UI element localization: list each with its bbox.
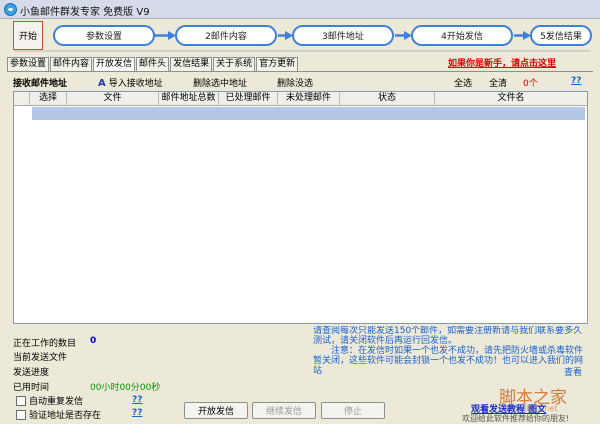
auto-resend-label: 自动重复发信 bbox=[29, 397, 84, 407]
table-row[interactable] bbox=[32, 107, 585, 120]
checkbox-box bbox=[16, 395, 26, 406]
tab-mail-content[interactable]: 邮件内容 bbox=[50, 57, 93, 71]
import-addresses-button[interactable]: A 导入接收地址 bbox=[98, 76, 163, 89]
col-processed[interactable]: 已处理邮件 bbox=[219, 92, 278, 106]
tab-results[interactable]: 发信结果 bbox=[170, 57, 213, 71]
elapsed-value: 00小时00分00秒 bbox=[90, 383, 161, 393]
auto-resend-checkbox[interactable]: 自动重复发信 bbox=[16, 394, 83, 407]
verify-address-label: 验证地址是否存在 bbox=[29, 411, 102, 421]
start-wizard-button[interactable]: 开始 bbox=[13, 21, 43, 50]
clear-all-button[interactable]: 全清 bbox=[489, 76, 507, 89]
col-file[interactable]: 文件 bbox=[67, 92, 159, 106]
wizard-step-params[interactable]: 参数设置 bbox=[53, 25, 155, 46]
address-table[interactable]: 选择 文件 邮件地址总数 已处理邮件 未处理邮件 状态 文件名 bbox=[13, 91, 588, 324]
elapsed-label: 已用时间 bbox=[13, 383, 50, 393]
look-here-link[interactable]: 查看 bbox=[564, 365, 582, 378]
fish-app-icon bbox=[4, 3, 17, 16]
select-all-button[interactable]: 全选 bbox=[454, 76, 472, 89]
col-filename[interactable]: 文件名 bbox=[435, 92, 587, 106]
notice-text: 请查阅每次只能发送150个邮件，如需要注册新请与我们联系要多久测试，请关闭软件后… bbox=[313, 326, 591, 378]
tab-about[interactable]: 关于系统 bbox=[213, 57, 256, 71]
checkbox-box bbox=[16, 409, 26, 420]
title-bar[interactable]: 小鱼邮件群发专家 免费版 V9 bbox=[0, 0, 600, 19]
tab-official-update[interactable]: 官方更新 bbox=[256, 57, 299, 71]
col-total[interactable]: 邮件地址总数 bbox=[159, 92, 219, 106]
col-unprocessed[interactable]: 未处理邮件 bbox=[278, 92, 340, 106]
tab-strip: 参数设置 邮件内容 开放发信 邮件头 发信结果 关于系统 官方更新 bbox=[7, 57, 299, 71]
recipient-label: 接收邮件地址 bbox=[13, 79, 68, 89]
tab-params[interactable]: 参数设置 bbox=[7, 57, 50, 71]
delete-unselected-button[interactable]: 删除没选 bbox=[277, 76, 313, 89]
continue-send-button[interactable]: 继续发信 bbox=[252, 402, 316, 419]
col-select[interactable]: 选择 bbox=[30, 92, 67, 106]
start-send-button[interactable]: 开放发信 bbox=[184, 402, 248, 419]
col-status[interactable]: 状态 bbox=[340, 92, 435, 106]
tab-mail-header[interactable]: 邮件头 bbox=[136, 57, 170, 71]
window-title: 小鱼邮件群发专家 免费版 V9 bbox=[20, 7, 150, 18]
verify-help-link[interactable]: ?? bbox=[132, 408, 142, 418]
notice-line-1: 请查阅每次只能发送150个邮件，如需要注册新请与我们联系要多久测试，请关闭软件后… bbox=[313, 326, 583, 346]
font-a-icon: A bbox=[98, 78, 106, 89]
wizard-step-content[interactable]: 2邮件内容 bbox=[175, 25, 277, 46]
delete-selected-button[interactable]: 删除选中地址 bbox=[193, 76, 247, 89]
wizard-step-send[interactable]: 4开始发信 bbox=[411, 25, 513, 46]
tab-panel-divider bbox=[7, 71, 593, 72]
address-toolbar: 接收邮件地址 A 导入接收地址 删除选中地址 删除没选 全选 全清 0个 ?? bbox=[0, 76, 600, 90]
newbie-help-link[interactable]: 如果你是新手，请点击这里 bbox=[448, 56, 556, 69]
working-count-label: 正在工作的数目 bbox=[13, 339, 77, 349]
app-window: 小鱼邮件群发专家 免费版 V9 开始 参数设置 2邮件内容 3邮件地址 4开始发… bbox=[0, 0, 600, 423]
wizard-strip: 开始 参数设置 2邮件内容 3邮件地址 4开始发信 5发信结果 bbox=[0, 20, 600, 53]
stop-button[interactable]: 停止 bbox=[321, 402, 385, 419]
address-count: 0个 bbox=[523, 79, 538, 89]
recommend-note: 欢迎给此软件推荐给你的朋友! bbox=[462, 414, 570, 423]
wizard-step-addresses[interactable]: 3邮件地址 bbox=[292, 25, 394, 46]
table-header: 选择 文件 邮件地址总数 已处理邮件 未处理邮件 状态 文件名 bbox=[14, 92, 587, 106]
auto-resend-help-link[interactable]: ?? bbox=[132, 395, 142, 405]
current-file-label: 当前发送文件 bbox=[13, 353, 68, 363]
row-marker-header bbox=[14, 92, 30, 106]
toolbar-help-link[interactable]: ?? bbox=[571, 76, 581, 86]
wizard-step-results[interactable]: 5发信结果 bbox=[530, 25, 592, 46]
progress-label: 发送进度 bbox=[13, 368, 50, 378]
notice-line-2: 注意：在发信时如果一个也发不成功，请先把防火墙或杀毒软件暂关闭，这些软件可能会封… bbox=[313, 346, 584, 376]
working-count-value: 0 bbox=[90, 336, 97, 346]
tab-send[interactable]: 开放发信 bbox=[93, 57, 136, 71]
import-label: 导入接收地址 bbox=[108, 79, 163, 89]
verify-address-checkbox[interactable]: 验证地址是否存在 bbox=[16, 408, 101, 421]
